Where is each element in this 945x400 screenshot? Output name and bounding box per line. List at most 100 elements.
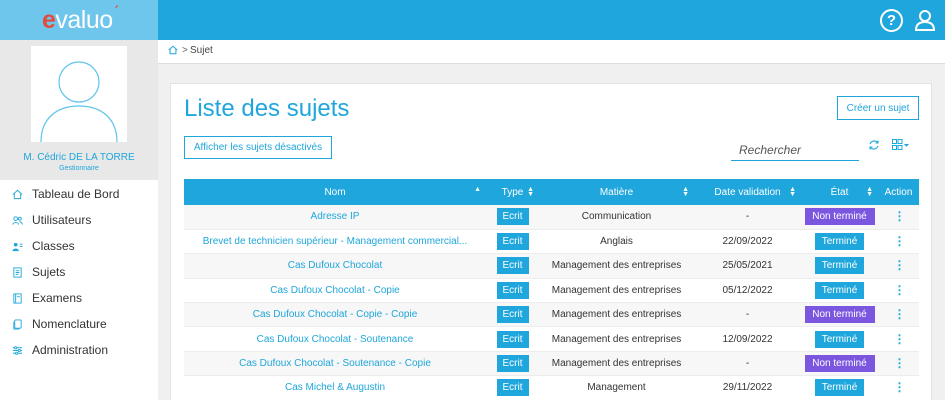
cell-date: 25/05/2021 <box>694 253 801 279</box>
grid-view-icon[interactable] <box>892 139 910 151</box>
sort-icon[interactable]: ▲ ▼ <box>682 186 689 198</box>
create-subject-button[interactable]: Créer un sujet <box>837 96 919 120</box>
sidebar-item-label: Utilisateurs <box>32 213 92 227</box>
column-header-etat[interactable]: État ▲ ▼ <box>801 179 878 205</box>
cell-status: Non terminé <box>801 351 878 377</box>
column-header-matiere[interactable]: Matière ▲ ▼ <box>539 179 694 205</box>
subjects-table: Nom ▲ Type ▲ ▼ Matière ▲ ▼ Date validation ▲ ▼ … <box>184 179 919 400</box>
cell-type: Ecrit <box>486 205 539 230</box>
status-badge: Non terminé <box>804 208 875 226</box>
sort-icon[interactable]: ▲ ▼ <box>789 186 796 198</box>
status-badge: Terminé <box>815 233 864 251</box>
users-icon <box>12 215 23 225</box>
cell-date: 12/09/2022 <box>694 326 801 352</box>
status-badge: Terminé <box>815 330 864 348</box>
status-badge: Terminé <box>815 281 864 299</box>
kebab-menu-icon[interactable]: ⋮ <box>894 333 906 345</box>
cell-date: - <box>694 351 801 377</box>
cell-name: Cas Dufoux Chocolat - Copie - Copie <box>184 302 486 328</box>
sidebar-item-sujets[interactable]: Sujets <box>0 259 158 285</box>
top-bar: evaluoˊ ? <box>0 0 945 40</box>
cell-action: ⋮ <box>878 302 919 328</box>
cell-status: Terminé <box>801 253 878 279</box>
class-icon <box>12 242 23 251</box>
user-icon[interactable] <box>914 9 936 31</box>
cell-name: Cas Dufoux Chocolat - Soutenance - Copie <box>184 351 486 377</box>
cell-status: Terminé <box>801 326 878 352</box>
table-row: Cas Dufoux Chocolat - Soutenance - Copie… <box>184 351 919 377</box>
subject-name-link[interactable]: Cas Dufoux Chocolat - Copie <box>184 285 486 296</box>
subject-name-link[interactable]: Cas Michel & Augustin <box>184 382 486 393</box>
sidebar-item-tableau-de-bord[interactable]: Tableau de Bord <box>0 181 158 207</box>
type-badge: Ecrit <box>496 379 529 397</box>
column-header-label: Matière <box>599 186 634 198</box>
sidebar-item-classes[interactable]: Classes <box>0 233 158 259</box>
cell-date: - <box>694 302 801 328</box>
sort-icon[interactable]: ▲ ▼ <box>527 186 534 198</box>
cell-status: Terminé <box>801 229 878 255</box>
home-icon[interactable] <box>168 45 178 55</box>
help-icon[interactable]: ? <box>880 9 903 32</box>
subject-name-link[interactable]: Cas Dufoux Chocolat <box>184 260 486 271</box>
sidebar-item-label: Classes <box>32 239 75 253</box>
app-logo[interactable]: evaluoˊ <box>42 3 120 35</box>
column-header-date-validation[interactable]: Date validation ▲ ▼ <box>694 179 801 205</box>
cell-name: Cas Dufoux Chocolat - Copie <box>184 278 486 304</box>
subject-name-link[interactable]: Brevet de technicien supérieur - Managem… <box>184 236 486 247</box>
subject-name-link[interactable]: Cas Dufoux Chocolat - Copie - Copie <box>184 309 486 320</box>
cell-type: Ecrit <box>486 351 539 377</box>
search-input[interactable] <box>731 139 859 161</box>
sliders-icon <box>12 345 23 355</box>
sidebar-item-utilisateurs[interactable]: Utilisateurs <box>0 207 158 233</box>
refresh-icon[interactable] <box>868 139 880 151</box>
column-header-type[interactable]: Type ▲ ▼ <box>486 179 539 205</box>
table-row: Cas Dufoux Chocolat - Soutenance Ecrit M… <box>184 326 919 352</box>
cell-action: ⋮ <box>878 375 919 400</box>
sidebar-nav: Tableau de Bord Utilisateurs Classes Suj… <box>0 181 158 363</box>
document-icon <box>13 266 22 278</box>
cell-status: Non terminé <box>801 302 878 328</box>
status-badge: Non terminé <box>804 355 875 373</box>
kebab-menu-icon[interactable]: ⋮ <box>894 235 906 247</box>
type-badge: Ecrit <box>496 306 529 324</box>
table-row: Cas Michel & Augustin Ecrit Management 2… <box>184 375 919 400</box>
sidebar-item-label: Sujets <box>32 265 66 279</box>
breadcrumb: > Sujet <box>158 40 945 64</box>
cell-type: Ecrit <box>486 375 539 400</box>
cell-type: Ecrit <box>486 278 539 304</box>
kebab-menu-icon[interactable]: ⋮ <box>894 381 906 393</box>
cell-type: Ecrit <box>486 229 539 255</box>
subject-name-link[interactable]: Cas Dufoux Chocolat - Soutenance <box>184 334 486 345</box>
cell-type: Ecrit <box>486 302 539 328</box>
cell-name: Brevet de technicien supérieur - Managem… <box>184 229 486 255</box>
show-disabled-subjects-button[interactable]: Afficher les sujets désactivés <box>184 136 332 159</box>
sort-asc-icon[interactable]: ▲ <box>474 186 481 193</box>
profile-panel: M. Cédric DE LA TORRE Gestionnaire <box>0 40 158 180</box>
cell-type: Ecrit <box>486 253 539 279</box>
sort-icon[interactable]: ▲ ▼ <box>866 186 873 198</box>
sidebar-item-administration[interactable]: Administration <box>0 337 158 363</box>
profile-name: M. Cédric DE LA TORRE <box>23 152 135 163</box>
type-badge: Ecrit <box>496 208 529 226</box>
kebab-menu-icon[interactable]: ⋮ <box>894 357 906 369</box>
kebab-menu-icon[interactable]: ⋮ <box>894 308 906 320</box>
kebab-menu-icon[interactable]: ⋮ <box>894 259 906 271</box>
sidebar-item-label: Examens <box>32 291 83 305</box>
breadcrumb-current[interactable]: Sujet <box>190 45 213 56</box>
status-badge: Terminé <box>815 379 864 397</box>
sidebar-item-examens[interactable]: Examens <box>0 285 158 311</box>
subject-name-link[interactable]: Adresse IP <box>184 211 486 222</box>
kebab-menu-icon[interactable]: ⋮ <box>894 284 906 296</box>
sidebar-item-nomenclature[interactable]: Nomenclature <box>0 311 158 337</box>
subject-name-link[interactable]: Cas Dufoux Chocolat - Soutenance - Copie <box>184 358 486 369</box>
sidebar-item-label: Nomenclature <box>32 317 107 331</box>
cell-subject: Management des entreprises <box>539 253 694 279</box>
kebab-menu-icon[interactable]: ⋮ <box>894 210 906 222</box>
column-header-label: Date validation <box>714 186 781 198</box>
avatar[interactable] <box>31 46 127 143</box>
cell-subject: Management des entreprises <box>539 278 694 304</box>
table-row: Brevet de technicien supérieur - Managem… <box>184 229 919 255</box>
cell-action: ⋮ <box>878 229 919 255</box>
column-header-nom[interactable]: Nom ▲ <box>184 179 486 205</box>
cell-date: 05/12/2022 <box>694 278 801 304</box>
